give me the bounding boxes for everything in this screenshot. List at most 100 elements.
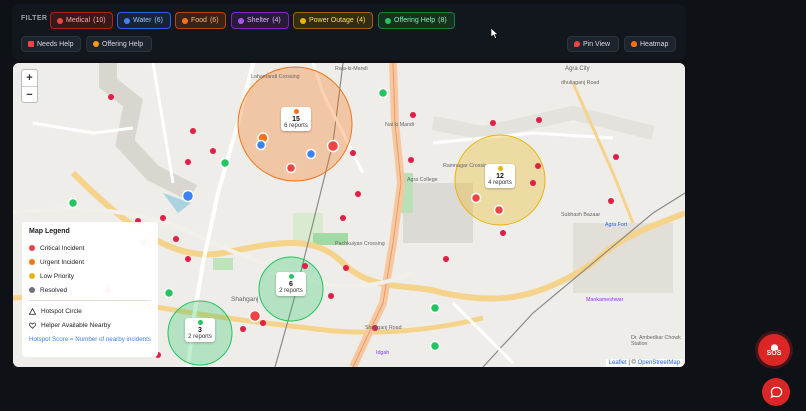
leaflet-link[interactable]: Leaflet: [609, 360, 627, 366]
chip-label: Power Outage: [309, 17, 354, 24]
hotspot-dot-icon: [288, 274, 294, 279]
chat-button[interactable]: [762, 378, 790, 406]
hotspot-dot-icon: [293, 109, 299, 114]
place-label: Agra Fort: [605, 222, 628, 228]
shelter-dot-icon: [238, 17, 244, 24]
app-page: FILTER Medical (10) Water (6) Food (6) S…: [0, 0, 806, 411]
legend-item: Helper Available Nearby: [29, 318, 151, 332]
chip-count: (4): [272, 17, 281, 24]
sos-button[interactable]: SOS: [758, 334, 790, 366]
incident-marker[interactable]: [181, 132, 505, 323]
needs-help-label: Needs Help: [37, 40, 74, 48]
place-label: Subhash Bazaar: [561, 212, 601, 218]
place-label: Idgah: [376, 350, 390, 356]
chat-bubble-icon: [769, 386, 782, 399]
place-label: Raja-ki-Mandi: [335, 66, 368, 72]
power-dot-icon: [300, 17, 306, 24]
pin-icon: [574, 41, 580, 47]
hotspot-label[interactable]: 6 2 reports: [276, 272, 306, 296]
urgent-dot-icon: [29, 259, 35, 265]
place-label: Nai ki Mandi: [385, 122, 415, 128]
pin-view-button[interactable]: Pin View: [567, 36, 619, 52]
place-label: Pachkuiyan Crossing: [335, 241, 385, 247]
resolved-dot-icon: [29, 287, 35, 293]
legend-item: Resolved: [29, 283, 151, 297]
legend-item-label: Critical Incident: [40, 244, 85, 252]
legend-item: Low Priority: [29, 269, 151, 283]
place-label: dhuliaganj Road: [561, 80, 600, 86]
chip-count: (8): [438, 17, 447, 24]
legend-item-label: Resolved: [40, 286, 68, 294]
cursor-icon: [491, 28, 499, 39]
offering-help-button[interactable]: Offering Help: [86, 36, 152, 52]
chip-count: (6): [209, 17, 219, 24]
chip-label: Water: [133, 17, 152, 24]
hotspot-reports: 6 reports: [284, 123, 308, 129]
zoom-out-button[interactable]: −: [22, 86, 37, 102]
water-dot-icon: [124, 17, 130, 24]
place-label: Shahganj: [231, 296, 259, 303]
hotspot-label[interactable]: 12 4 reports: [485, 164, 515, 188]
filter-label: FILTER: [21, 15, 48, 22]
filter-chip-shelter[interactable]: Shelter (4): [231, 12, 289, 29]
legend-item: Critical Incident: [29, 241, 151, 255]
place-label: Shahganj Road: [365, 325, 402, 331]
pin-view-label: Pin View: [583, 40, 611, 48]
legend-item-label: Hotspot Circle: [41, 307, 82, 315]
place-label: Agra City: [565, 66, 590, 72]
hotspot-label[interactable]: 15 6 reports: [281, 107, 311, 131]
warning-triangle-icon: [29, 307, 36, 315]
chip-label: Medical: [66, 17, 91, 24]
legend-note: Hotspot Score = Number of nearby inciden…: [29, 336, 151, 343]
legend-item-label: Helper Available Nearby: [41, 321, 111, 329]
map-legend: Map Legend Critical Incident Urgent Inci…: [22, 222, 158, 357]
legend-divider: [29, 300, 151, 301]
chip-label: Offering Help: [394, 17, 436, 24]
chip-count: (4): [356, 17, 366, 24]
filter-chip-power-outage[interactable]: Power Outage (4): [293, 12, 373, 29]
hotspot-score: 3: [198, 327, 202, 334]
low-priority-dot-icon: [29, 273, 35, 279]
offering-dot-icon: [385, 17, 391, 24]
hotspot-label[interactable]: 3 2 reports: [185, 318, 215, 342]
hotspot-reports: 4 reports: [488, 180, 512, 186]
heatmap-label: Heatmap: [640, 40, 669, 48]
chip-label: Food: [191, 17, 207, 24]
needs-help-button[interactable]: Needs Help: [21, 36, 81, 52]
heart-hand-icon: [29, 322, 36, 329]
place-label: Agra College: [407, 177, 438, 183]
place-label: Dr. Ambedkar Chowk Station: [631, 335, 681, 347]
place-label: Ramnagar Crossing: [443, 163, 491, 169]
chip-count: (6): [154, 17, 163, 24]
place-label: Lohamandi Crossing: [251, 74, 300, 80]
legend-item: Urgent Incident: [29, 255, 151, 269]
sos-label: SOS: [766, 349, 782, 357]
filter-chip-food[interactable]: Food (6): [175, 12, 226, 29]
heatmap-button[interactable]: Heatmap: [624, 36, 676, 52]
osm-link[interactable]: OpenStreetMap: [638, 360, 680, 366]
hotspot-reports: 2 reports: [279, 288, 303, 294]
filter-chip-water[interactable]: Water (6): [117, 12, 171, 29]
hotspot-score: 12: [496, 173, 504, 180]
sos-badge-icon: [28, 41, 34, 47]
hotspot-reports: 2 reports: [188, 334, 212, 340]
zoom-control: + −: [21, 69, 38, 103]
hotspot-dot-icon: [497, 166, 503, 171]
critical-dot-icon: [29, 245, 35, 251]
medical-dot-icon: [57, 17, 63, 24]
handshake-icon: [93, 41, 99, 47]
offering-help-label: Offering Help: [102, 40, 144, 48]
zoom-in-button[interactable]: +: [22, 70, 37, 86]
filter-chip-medical[interactable]: Medical (10): [50, 12, 113, 29]
hotspot-score: 6: [289, 281, 293, 288]
hotspot-score: 15: [292, 116, 300, 123]
flame-icon: [631, 41, 637, 47]
chip-count: (10): [93, 17, 106, 24]
legend-item-label: Urgent Incident: [40, 258, 85, 266]
chip-label: Shelter: [247, 17, 270, 24]
legend-item: Hotspot Circle: [29, 304, 151, 318]
incident-map[interactable]: Agra City dhuliaganj Road Raja-ki-Mandi …: [13, 63, 685, 367]
filter-chip-offering-help[interactable]: Offering Help (8): [378, 12, 455, 29]
hospital-markers: [105, 94, 619, 358]
place-label: Mankameshwar: [586, 297, 624, 303]
